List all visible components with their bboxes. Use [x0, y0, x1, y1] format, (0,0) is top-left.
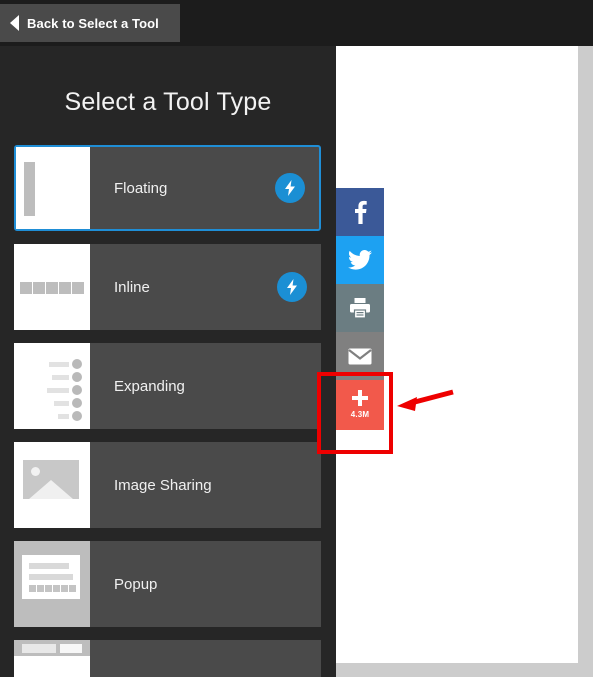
tool-card-popup[interactable]: Popup	[14, 541, 321, 627]
share-button-facebook[interactable]	[336, 188, 384, 236]
picture-icon	[23, 460, 79, 499]
share-button-twitter[interactable]	[336, 236, 384, 284]
social-share-strip: 4.3M	[336, 188, 384, 430]
tool-type-panel: Select a Tool Type Floating Inline Expan…	[0, 46, 336, 677]
back-to-select-a-tool-button[interactable]: Back to Select a Tool	[0, 4, 180, 42]
facebook-icon	[354, 200, 367, 224]
tool-card-image-sharing[interactable]: Image Sharing	[14, 442, 321, 528]
image-sharing-thumb	[14, 442, 90, 528]
page-title: Select a Tool Type	[64, 88, 272, 116]
envelope-icon	[348, 348, 372, 364]
printer-icon	[350, 298, 370, 319]
expanding-thumb	[14, 343, 90, 429]
lightning-bolt-icon	[275, 173, 305, 203]
floating-thumb	[16, 147, 90, 229]
top-bar: Back to Select a Tool	[0, 0, 593, 46]
floating-thumb-bar	[24, 162, 35, 216]
tool-card-inline[interactable]: Inline	[14, 244, 321, 330]
preview-canvas: 4.3M	[336, 46, 578, 663]
banner-thumb-bar	[14, 640, 90, 656]
tool-card-label: Expanding	[114, 377, 185, 395]
share-button-print[interactable]	[336, 284, 384, 332]
banner-thumb	[14, 640, 90, 677]
share-count-label: 4.3M	[350, 410, 370, 419]
tool-card-expanding[interactable]: Expanding	[14, 343, 321, 429]
popup-thumb	[14, 541, 90, 627]
tool-card-label: Banner	[90, 640, 321, 677]
inline-thumb-blocks	[20, 282, 84, 294]
tool-type-list: Floating Inline Expanding Image Sharing …	[14, 145, 321, 677]
back-button-label: Back to Select a Tool	[27, 15, 159, 31]
tool-card-label: Image Sharing	[114, 476, 212, 494]
expanding-thumb-rows	[47, 359, 82, 424]
lightning-bolt-icon	[277, 272, 307, 302]
inline-thumb	[14, 244, 90, 330]
popup-thumb-dialog	[22, 555, 80, 599]
plus-icon	[352, 390, 368, 406]
share-button-more[interactable]: 4.3M	[336, 380, 384, 430]
twitter-icon	[348, 250, 372, 270]
tool-card-floating[interactable]: Floating	[14, 145, 321, 231]
tool-card-banner[interactable]: Banner	[14, 640, 321, 677]
share-button-email[interactable]	[336, 332, 384, 380]
left-triangle-icon	[10, 15, 19, 31]
tool-card-label: Popup	[114, 575, 158, 593]
